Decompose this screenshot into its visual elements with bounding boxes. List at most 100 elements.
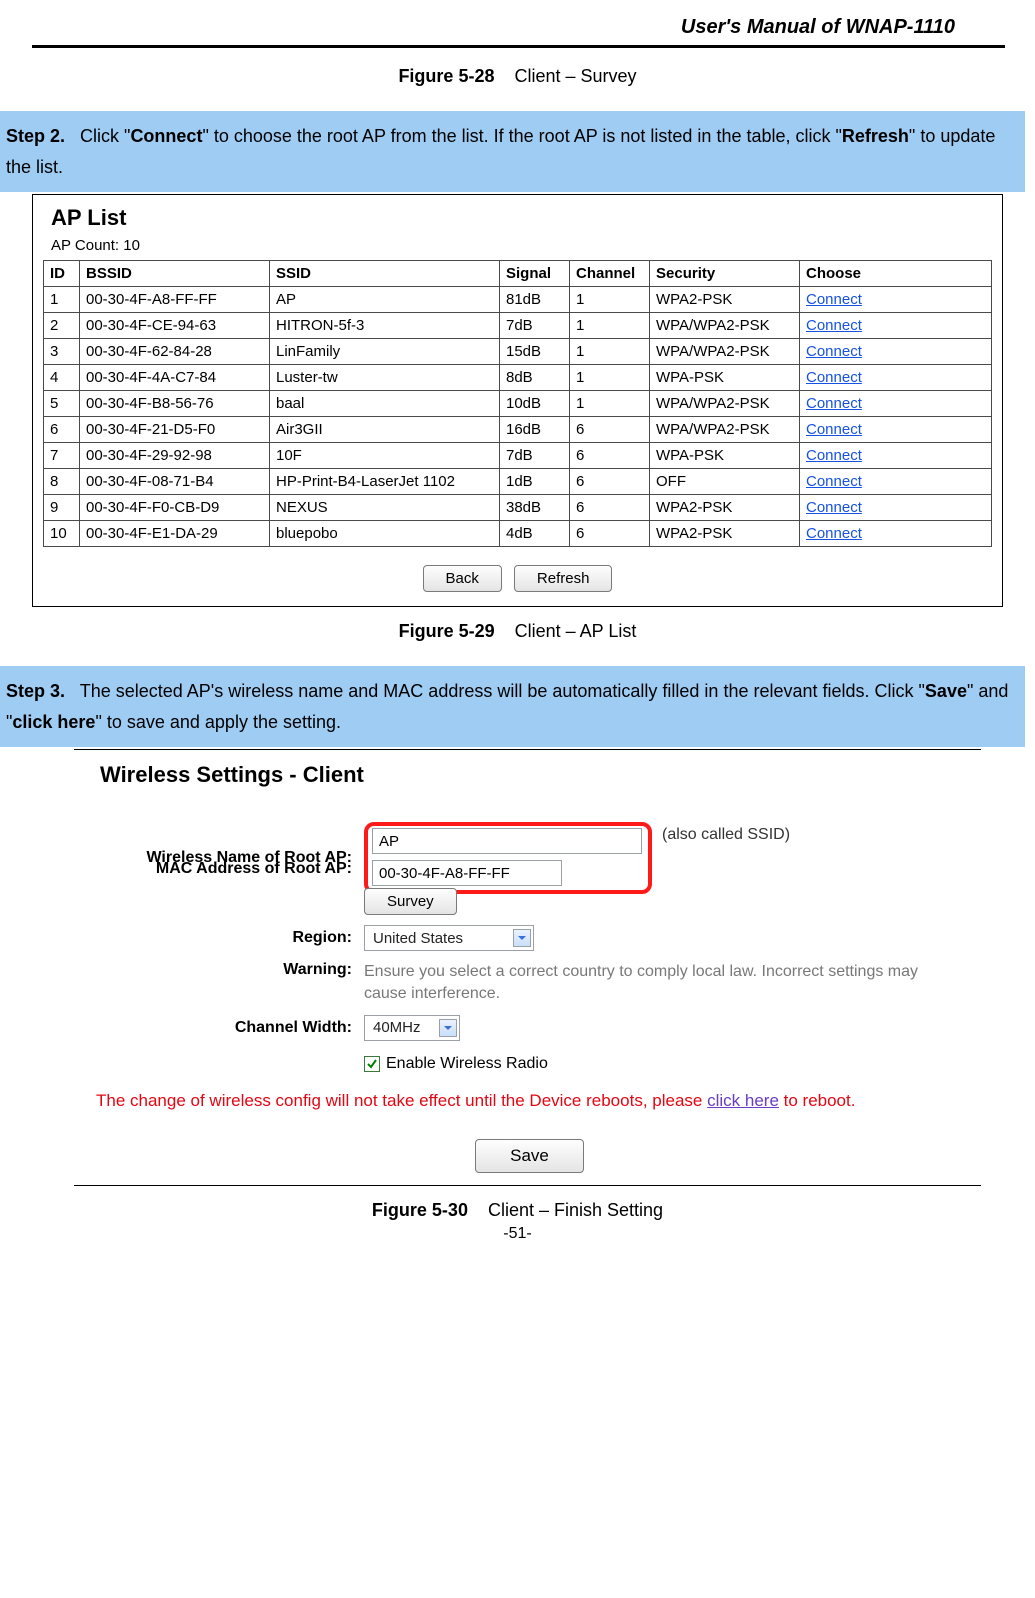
ap-cell-ssid: Air3GII bbox=[270, 417, 500, 443]
ap-cell-channel: 6 bbox=[570, 443, 650, 469]
ap-cell-choose: Connect bbox=[800, 521, 992, 547]
ap-cell-channel: 1 bbox=[570, 365, 650, 391]
ap-cell-id: 6 bbox=[44, 417, 80, 443]
channel-width-select[interactable]: 40MHz bbox=[364, 1015, 460, 1041]
ap-cell-security: WPA2-PSK bbox=[650, 495, 800, 521]
ap-cell-ssid: HITRON-5f-3 bbox=[270, 313, 500, 339]
ap-cell-bssid: 00-30-4F-A8-FF-FF bbox=[80, 287, 270, 313]
ap-table-header-signal: Signal bbox=[500, 261, 570, 287]
ap-cell-choose: Connect bbox=[800, 391, 992, 417]
ap-table-header-channel: Channel bbox=[570, 261, 650, 287]
step-2-text-a: Click " bbox=[80, 126, 130, 146]
back-button[interactable]: Back bbox=[423, 565, 502, 592]
table-row: 900-30-4F-F0-CB-D9NEXUS38dB6WPA2-PSKConn… bbox=[44, 495, 992, 521]
survey-button[interactable]: Survey bbox=[364, 888, 457, 915]
ap-cell-signal: 16dB bbox=[500, 417, 570, 443]
label-region: Region: bbox=[96, 929, 356, 947]
ap-cell-bssid: 00-30-4F-62-84-28 bbox=[80, 339, 270, 365]
reboot-text-b: to reboot. bbox=[779, 1091, 856, 1110]
ap-cell-security: WPA-PSK bbox=[650, 365, 800, 391]
ap-cell-ssid: 10F bbox=[270, 443, 500, 469]
ap-cell-ssid: baal bbox=[270, 391, 500, 417]
figure-29-caption: Figure 5-29 Client – AP List bbox=[20, 621, 1015, 642]
ap-cell-security: WPA/WPA2-PSK bbox=[650, 417, 800, 443]
ap-cell-ssid: NEXUS bbox=[270, 495, 500, 521]
connect-link[interactable]: Connect bbox=[806, 499, 862, 516]
ap-cell-choose: Connect bbox=[800, 495, 992, 521]
ap-cell-channel: 1 bbox=[570, 313, 650, 339]
connect-link[interactable]: Connect bbox=[806, 317, 862, 334]
step-3-label: Step 3. bbox=[6, 681, 65, 701]
figure-28-label: Client – Survey bbox=[514, 66, 636, 86]
ap-cell-bssid: 00-30-4F-F0-CB-D9 bbox=[80, 495, 270, 521]
step-3-click-here: click here bbox=[12, 712, 95, 732]
ap-cell-security: WPA-PSK bbox=[650, 443, 800, 469]
connect-link[interactable]: Connect bbox=[806, 525, 862, 542]
step-3-text-a: The selected AP's wireless name and MAC … bbox=[80, 681, 925, 701]
label-warning: Warning: bbox=[96, 961, 356, 979]
wireless-settings-panel: Wireless Settings - Client Wireless Name… bbox=[74, 749, 981, 1185]
ap-cell-security: WPA/WPA2-PSK bbox=[650, 339, 800, 365]
ap-cell-id: 4 bbox=[44, 365, 80, 391]
page-number: -51- bbox=[20, 1225, 1015, 1243]
ap-cell-id: 7 bbox=[44, 443, 80, 469]
ap-list-button-row: Back Refresh bbox=[43, 565, 992, 592]
connect-link[interactable]: Connect bbox=[806, 369, 862, 386]
ap-cell-signal: 15dB bbox=[500, 339, 570, 365]
ap-cell-id: 8 bbox=[44, 469, 80, 495]
ap-cell-id: 1 bbox=[44, 287, 80, 313]
ap-cell-ssid: AP bbox=[270, 287, 500, 313]
connect-link[interactable]: Connect bbox=[806, 473, 862, 490]
ap-table-header-choose: Choose bbox=[800, 261, 992, 287]
ssid-input[interactable] bbox=[372, 828, 642, 854]
step-2-text-b: " to choose the root AP from the list. I… bbox=[202, 126, 841, 146]
ap-cell-id: 5 bbox=[44, 391, 80, 417]
connect-link[interactable]: Connect bbox=[806, 447, 862, 464]
chevron-down-icon bbox=[439, 1019, 457, 1037]
ap-cell-choose: Connect bbox=[800, 469, 992, 495]
ap-cell-channel: 6 bbox=[570, 521, 650, 547]
ap-cell-ssid: LinFamily bbox=[270, 339, 500, 365]
ap-cell-security: WPA2-PSK bbox=[650, 521, 800, 547]
connect-link[interactable]: Connect bbox=[806, 291, 862, 308]
ap-cell-id: 10 bbox=[44, 521, 80, 547]
table-row: 400-30-4F-4A-C7-84Luster-tw8dB1WPA-PSKCo… bbox=[44, 365, 992, 391]
ap-cell-choose: Connect bbox=[800, 443, 992, 469]
chevron-down-icon bbox=[513, 929, 531, 947]
ap-cell-security: WPA/WPA2-PSK bbox=[650, 313, 800, 339]
ap-cell-signal: 1dB bbox=[500, 469, 570, 495]
enable-wireless-checkbox[interactable] bbox=[364, 1056, 380, 1072]
ap-cell-bssid: 00-30-4F-E1-DA-29 bbox=[80, 521, 270, 547]
table-row: 300-30-4F-62-84-28LinFamily15dB1WPA/WPA2… bbox=[44, 339, 992, 365]
figure-30-number: Figure 5-30 bbox=[372, 1200, 468, 1220]
ap-cell-bssid: 00-30-4F-4A-C7-84 bbox=[80, 365, 270, 391]
reboot-text-a: The change of wireless config will not t… bbox=[96, 1091, 707, 1110]
ap-table-header-ssid: SSID bbox=[270, 261, 500, 287]
ap-cell-id: 2 bbox=[44, 313, 80, 339]
connect-link[interactable]: Connect bbox=[806, 395, 862, 412]
ap-cell-choose: Connect bbox=[800, 313, 992, 339]
enable-wireless-label: Enable Wireless Radio bbox=[386, 1055, 548, 1073]
reboot-notice: The change of wireless config will not t… bbox=[96, 1091, 963, 1111]
ap-cell-choose: Connect bbox=[800, 365, 992, 391]
ap-cell-choose: Connect bbox=[800, 287, 992, 313]
ap-cell-signal: 81dB bbox=[500, 287, 570, 313]
warning-text: Ensure you select a correct country to c… bbox=[364, 961, 924, 1004]
ap-cell-choose: Connect bbox=[800, 417, 992, 443]
reboot-click-here-link[interactable]: click here bbox=[707, 1091, 779, 1110]
ap-cell-signal: 38dB bbox=[500, 495, 570, 521]
ap-table-header-row: ID BSSID SSID Signal Channel Security Ch… bbox=[44, 261, 992, 287]
region-select[interactable]: United States bbox=[364, 925, 534, 951]
ap-cell-id: 9 bbox=[44, 495, 80, 521]
connect-link[interactable]: Connect bbox=[806, 421, 862, 438]
ap-list-panel: AP List AP Count: 10 ID BSSID SSID Signa… bbox=[32, 194, 1003, 607]
ap-cell-signal: 7dB bbox=[500, 443, 570, 469]
save-button[interactable]: Save bbox=[475, 1139, 584, 1173]
ap-cell-bssid: 00-30-4F-B8-56-76 bbox=[80, 391, 270, 417]
figure-30-caption: Figure 5-30 Client – Finish Setting bbox=[20, 1200, 1015, 1221]
refresh-button[interactable]: Refresh bbox=[514, 565, 613, 592]
ap-cell-channel: 1 bbox=[570, 287, 650, 313]
ap-cell-security: WPA2-PSK bbox=[650, 287, 800, 313]
connect-link[interactable]: Connect bbox=[806, 343, 862, 360]
mac-input[interactable] bbox=[372, 860, 562, 886]
